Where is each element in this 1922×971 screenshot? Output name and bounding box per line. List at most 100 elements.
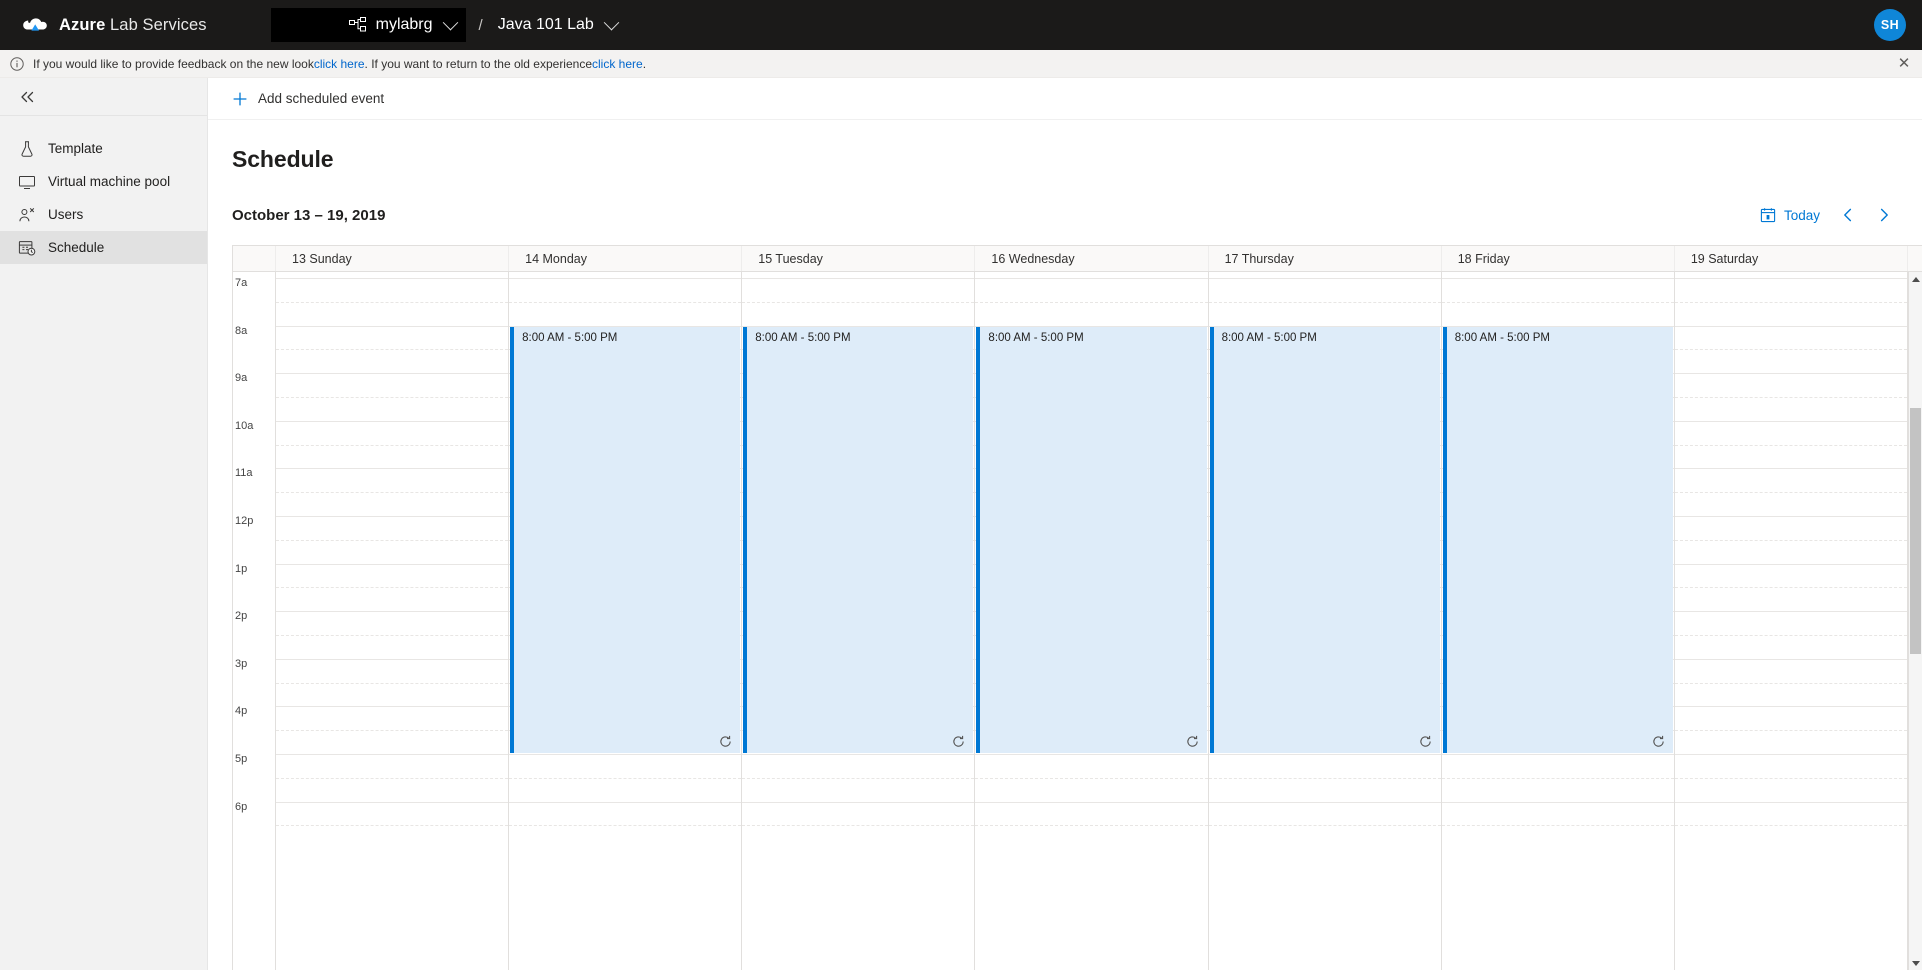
half-hour-gridline <box>1675 492 1907 493</box>
hour-gridline <box>1442 278 1674 279</box>
half-hour-gridline <box>1675 730 1907 731</box>
hour-gridline <box>975 802 1207 803</box>
sidebar-item-template[interactable]: Template <box>0 132 207 165</box>
scroll-up-arrow-icon[interactable] <box>1909 272 1922 286</box>
half-hour-gridline <box>509 778 741 779</box>
calendar-date-range: October 13 – 19, 2019 <box>232 207 385 224</box>
scheduled-event[interactable]: 8:00 AM - 5:00 PM <box>1210 327 1440 753</box>
feedback-link[interactable]: click here <box>314 57 365 71</box>
half-hour-gridline <box>1675 445 1907 446</box>
page-title: Schedule <box>232 146 1922 173</box>
breadcrumb-resource-group[interactable]: mylabrg <box>271 8 466 42</box>
half-hour-gridline <box>276 778 508 779</box>
half-hour-gridline <box>276 302 508 303</box>
time-label: 5p <box>233 753 273 765</box>
sidebar-item-virtual-machine-pool[interactable]: Virtual machine pool <box>0 165 207 198</box>
half-hour-gridline <box>1675 825 1907 826</box>
calendar-vertical-scrollbar[interactable] <box>1908 272 1922 970</box>
day-header-monday: 14 Monday <box>509 246 742 271</box>
sidebar-collapse-button[interactable] <box>0 78 207 116</box>
breadcrumb-resource-group-label: mylabrg <box>376 16 433 34</box>
half-hour-gridline <box>1442 302 1674 303</box>
scroll-down-arrow-icon[interactable] <box>1909 956 1922 970</box>
time-label: 10a <box>233 420 273 432</box>
chevron-down-icon <box>604 14 620 30</box>
time-label: 9a <box>233 372 273 384</box>
sidebar-item-label: Virtual machine pool <box>48 174 170 189</box>
scheduled-event[interactable]: 8:00 AM - 5:00 PM <box>510 327 740 753</box>
calendar-grid: 8:00 AM - 5:00 PM8:00 AM - 5:00 PM8:00 A… <box>276 272 1908 970</box>
hour-gridline <box>1209 802 1441 803</box>
calendar-day-column[interactable]: 8:00 AM - 5:00 PM <box>742 272 975 970</box>
half-hour-gridline <box>1675 635 1907 636</box>
half-hour-gridline <box>509 825 741 826</box>
sidebar-item-users[interactable]: Users <box>0 198 207 231</box>
recurrence-icon <box>719 735 732 748</box>
half-hour-gridline <box>1675 683 1907 684</box>
chevron-right-icon <box>1876 207 1892 223</box>
hour-gridline <box>1675 373 1907 374</box>
half-hour-gridline <box>276 587 508 588</box>
scheduled-event-time-label: 8:00 AM - 5:00 PM <box>755 332 850 344</box>
hour-gridline <box>742 278 974 279</box>
next-week-button[interactable] <box>1868 199 1900 231</box>
old-experience-link[interactable]: click here <box>592 57 643 71</box>
half-hour-gridline <box>742 302 974 303</box>
brand-logo-group[interactable]: Azure Lab Services <box>22 15 207 35</box>
calendar-day-column[interactable] <box>276 272 509 970</box>
breadcrumb-lab[interactable]: Java 101 Lab <box>496 12 619 38</box>
half-hour-gridline <box>1442 825 1674 826</box>
hour-gridline <box>742 802 974 803</box>
sidebar-item-schedule[interactable]: Schedule <box>0 231 207 264</box>
hour-gridline <box>509 754 741 755</box>
calendar-day-column[interactable] <box>1675 272 1908 970</box>
app-shell: Template Virtual machine pool Users <box>0 78 1922 970</box>
close-icon[interactable]: ✕ <box>1896 56 1912 72</box>
time-label: 8a <box>233 325 273 337</box>
half-hour-gridline <box>1209 302 1441 303</box>
day-header-sunday: 13 Sunday <box>276 246 509 271</box>
today-button[interactable]: Today <box>1752 202 1828 228</box>
hour-gridline <box>276 468 508 469</box>
calendar-day-column[interactable]: 8:00 AM - 5:00 PM <box>975 272 1208 970</box>
scheduled-event-time-label: 8:00 AM - 5:00 PM <box>1455 332 1550 344</box>
half-hour-gridline <box>276 397 508 398</box>
half-hour-gridline <box>1675 302 1907 303</box>
half-hour-gridline <box>1675 587 1907 588</box>
half-hour-gridline <box>1675 540 1907 541</box>
feedback-notification-bar: If you would like to provide feedback on… <box>0 50 1922 78</box>
calendar-day-column[interactable]: 8:00 AM - 5:00 PM <box>1209 272 1442 970</box>
hour-gridline <box>975 278 1207 279</box>
sidebar-nav: Template Virtual machine pool Users <box>0 116 207 264</box>
scheduled-event[interactable]: 8:00 AM - 5:00 PM <box>976 327 1206 753</box>
scheduled-event[interactable]: 8:00 AM - 5:00 PM <box>1443 327 1673 753</box>
previous-week-button[interactable] <box>1832 199 1864 231</box>
scrollbar-thumb[interactable] <box>1910 408 1921 654</box>
page-header: Schedule <box>208 120 1922 173</box>
brand-title: Azure Lab Services <box>59 16 207 35</box>
hour-gridline <box>1675 326 1907 327</box>
half-hour-gridline <box>276 445 508 446</box>
scheduled-event[interactable]: 8:00 AM - 5:00 PM <box>743 327 973 753</box>
time-label: 1p <box>233 563 273 575</box>
brand-title-bold: Azure <box>59 16 105 34</box>
half-hour-gridline <box>1675 778 1907 779</box>
time-label: 4p <box>233 705 273 717</box>
calendar-time-gutter: 7a8a9a10a11a12p1p2p3p4p5p6p <box>233 272 276 970</box>
half-hour-gridline <box>1675 349 1907 350</box>
breadcrumb-separator: / <box>475 17 487 34</box>
add-scheduled-event-button[interactable]: Add scheduled event <box>232 86 392 112</box>
plus-icon <box>232 91 248 107</box>
hour-gridline <box>509 802 741 803</box>
hour-gridline <box>1675 706 1907 707</box>
time-label: 7a <box>233 277 273 289</box>
day-header-thursday: 17 Thursday <box>1209 246 1442 271</box>
avatar[interactable]: SH <box>1874 9 1906 41</box>
double-chevron-left-icon <box>18 90 38 104</box>
calendar-day-column[interactable]: 8:00 AM - 5:00 PM <box>1442 272 1675 970</box>
half-hour-gridline <box>509 302 741 303</box>
recurrence-icon <box>1186 735 1199 748</box>
calendar-day-column[interactable]: 8:00 AM - 5:00 PM <box>509 272 742 970</box>
recurrence-icon <box>1652 735 1665 748</box>
main-content: Add scheduled event Schedule October 13 … <box>208 78 1922 970</box>
